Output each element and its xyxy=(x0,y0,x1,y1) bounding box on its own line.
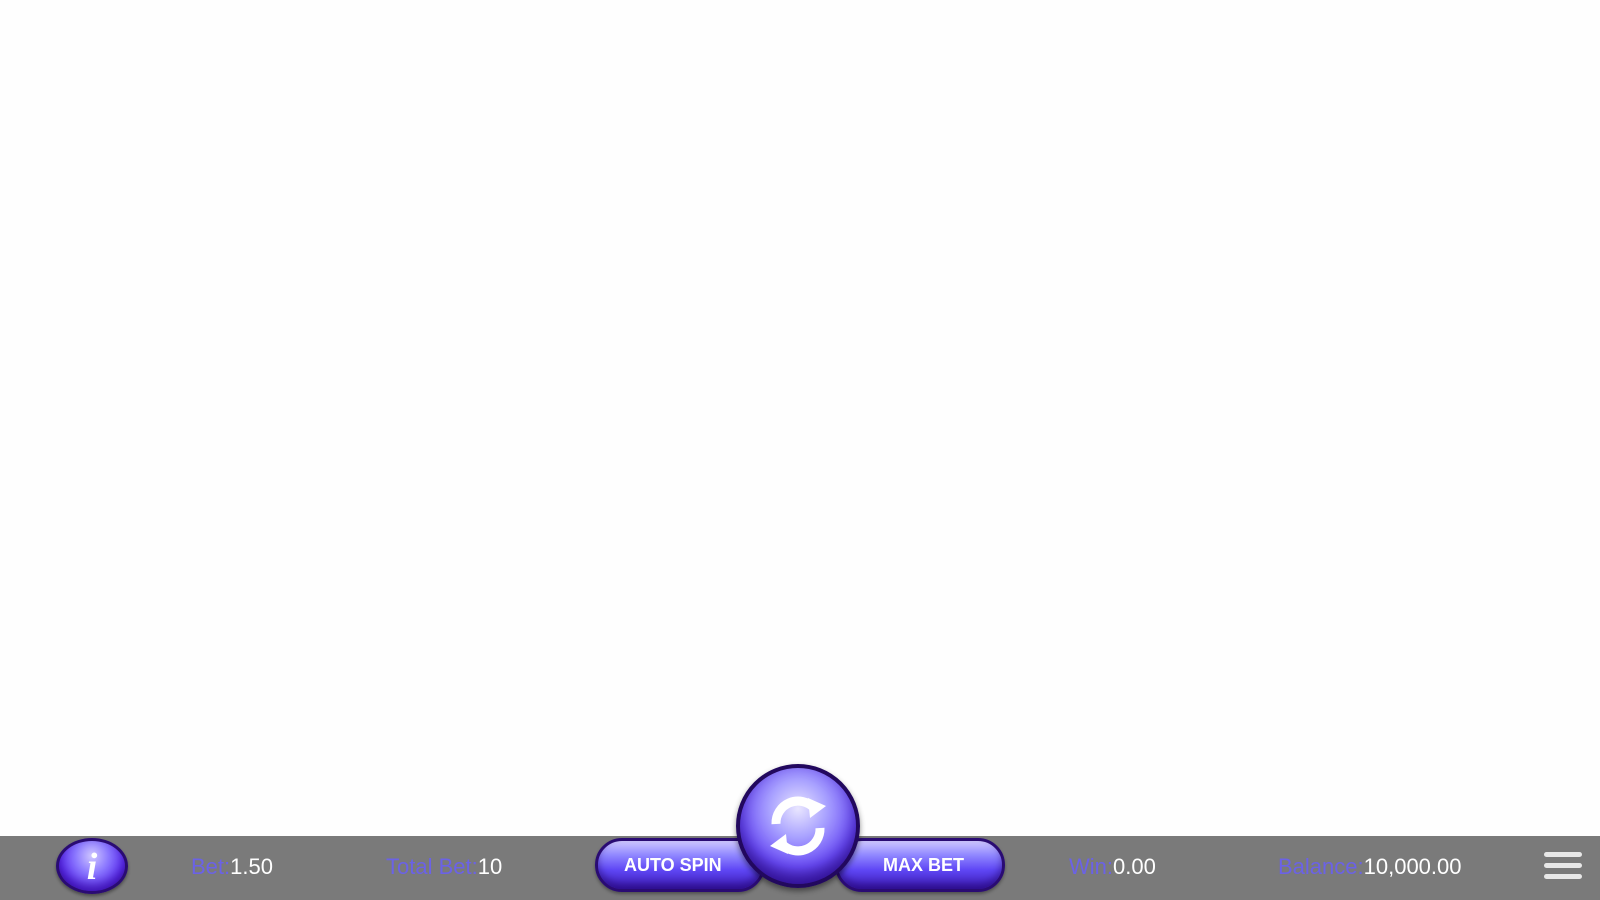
bet-label: Bet: xyxy=(191,854,231,879)
win-value: 0.00 xyxy=(1113,854,1156,879)
balance-display: Balance:10,000.00 xyxy=(1278,853,1462,881)
hamburger-menu-icon[interactable] xyxy=(1544,850,1584,882)
balance-value: 10,000.00 xyxy=(1363,854,1462,879)
menu-line xyxy=(1544,852,1582,857)
bet-value: 1.50 xyxy=(230,854,273,879)
win-label: Win: xyxy=(1069,854,1113,879)
info-button[interactable]: i xyxy=(56,838,128,894)
menu-line xyxy=(1544,874,1582,879)
total-bet-label: Total Bet: xyxy=(386,854,478,879)
game-screen: i Bet:1.50 Total Bet:10 AUTO SPIN MAX BE… xyxy=(0,0,1600,900)
info-icon: i xyxy=(86,846,98,888)
total-bet-display: Total Bet:10 xyxy=(386,853,502,881)
balance-label: Balance: xyxy=(1278,854,1364,879)
max-bet-label: MAX BET xyxy=(883,855,964,875)
game-area xyxy=(0,0,1600,836)
refresh-arrows-icon xyxy=(770,796,826,856)
win-display: Win:0.00 xyxy=(1069,853,1156,881)
total-bet-value: 10 xyxy=(477,854,503,879)
auto-spin-label: AUTO SPIN xyxy=(624,855,722,875)
menu-line xyxy=(1544,863,1582,868)
bet-display: Bet:1.50 xyxy=(191,853,273,881)
max-bet-button[interactable]: MAX BET xyxy=(835,838,1005,892)
spin-button[interactable] xyxy=(736,764,860,888)
